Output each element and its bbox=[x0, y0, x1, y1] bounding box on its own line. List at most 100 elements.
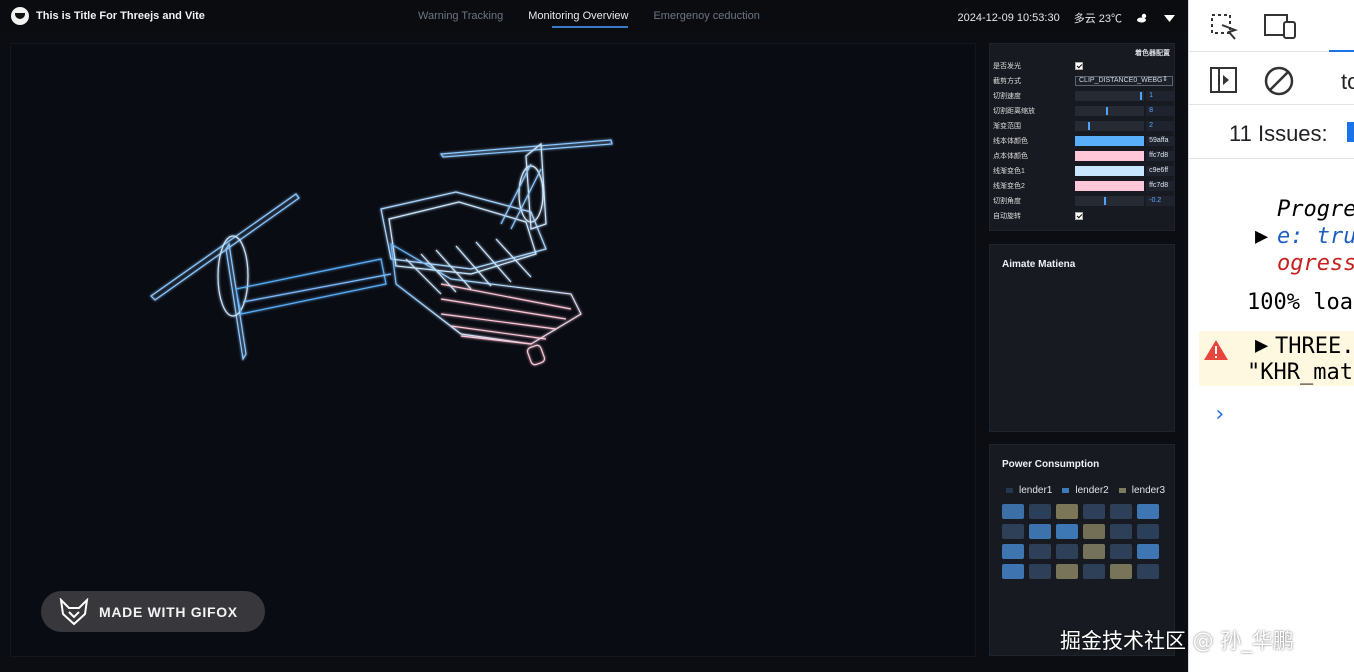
power-title: Power Consumption bbox=[1002, 459, 1100, 470]
warning-expand-arrow[interactable]: ▶ bbox=[1255, 333, 1268, 358]
heatmap-cell[interactable] bbox=[1083, 504, 1105, 519]
heatmap-cell[interactable] bbox=[1056, 504, 1078, 519]
heatmap-cell[interactable] bbox=[1056, 564, 1078, 579]
setting-color-swatch[interactable] bbox=[1074, 180, 1145, 191]
heatmap-cell[interactable] bbox=[1002, 524, 1024, 539]
warning-icon bbox=[1204, 340, 1228, 360]
heatmap-cell[interactable] bbox=[1083, 544, 1105, 559]
setting-label: 线本体颜色 bbox=[993, 137, 1028, 145]
setting-checkbox[interactable] bbox=[1075, 61, 1083, 70]
legend-item[interactable]: lender1 bbox=[1006, 485, 1052, 496]
gifox-badge: MADE WITH GIFOX bbox=[41, 591, 265, 632]
setting-select[interactable]: CLIP_DISTANCE0_WEBG bbox=[1075, 75, 1173, 86]
heatmap-cell[interactable] bbox=[1137, 524, 1159, 539]
legend-label: lender3 bbox=[1131, 485, 1166, 496]
setting-slider[interactable] bbox=[1074, 120, 1145, 131]
console-toolbar: to bbox=[1189, 53, 1354, 105]
aimate-panel: Aimate Matiena bbox=[989, 244, 1175, 432]
heatmap-cell[interactable] bbox=[1110, 544, 1132, 559]
setting-color-swatch[interactable] bbox=[1074, 150, 1145, 161]
heatmap-cell[interactable] bbox=[1083, 564, 1105, 579]
fox-logo-icon bbox=[59, 597, 89, 625]
heatmap-cell[interactable] bbox=[1137, 504, 1159, 519]
devtools-toolbar bbox=[1189, 0, 1354, 52]
tab-warning-tracking[interactable]: Warning Tracking bbox=[418, 10, 503, 22]
heatmap-cell[interactable] bbox=[1110, 524, 1132, 539]
heatmap-cell[interactable] bbox=[1002, 564, 1024, 579]
element-select-icon[interactable] bbox=[1209, 12, 1239, 42]
setting-slider[interactable] bbox=[1074, 90, 1145, 101]
heatmap-cell[interactable] bbox=[1056, 524, 1078, 539]
device-toggle-icon[interactable] bbox=[1264, 12, 1298, 42]
shader-settings-panel: 着色器配置 是否发光截剪方式CLIP_DISTANCE0_WEBG切割速度1切割… bbox=[989, 43, 1175, 231]
heatmap-cell[interactable] bbox=[1083, 524, 1105, 539]
legend-label: lender1 bbox=[1019, 485, 1053, 496]
heatmap-cell[interactable] bbox=[1002, 504, 1024, 519]
heatmap-cell[interactable] bbox=[1002, 544, 1024, 559]
heatmap-cell[interactable] bbox=[1110, 504, 1132, 519]
setting-checkbox[interactable] bbox=[1075, 211, 1083, 220]
heatmap-cell[interactable] bbox=[1137, 544, 1159, 559]
tab-console-active[interactable] bbox=[1329, 0, 1354, 52]
page-title: This is Title For Threejs and Vite bbox=[36, 10, 205, 22]
heatmap-cell[interactable] bbox=[1137, 564, 1159, 579]
setting-hex-input[interactable]: ffc7d8 bbox=[1146, 180, 1174, 191]
setting-number-input[interactable]: -0.2 bbox=[1146, 195, 1174, 206]
setting-slider[interactable] bbox=[1074, 105, 1145, 116]
legend-item[interactable]: lender2 bbox=[1062, 485, 1109, 496]
sidebar-toggle-icon[interactable] bbox=[1209, 66, 1239, 94]
setting-row: 点本体颜色 ffc7d8 bbox=[990, 148, 1174, 163]
setting-row: 切割距离缩放 8 bbox=[990, 103, 1174, 118]
heatmap-cell[interactable] bbox=[1029, 504, 1051, 519]
legend-swatch bbox=[1118, 488, 1126, 493]
setting-row: 渐变范围 2 bbox=[990, 118, 1174, 133]
aimate-title: Aimate Matiena bbox=[1002, 259, 1076, 270]
settings-title: 着色器配置 bbox=[1135, 50, 1170, 57]
setting-hex-input[interactable]: ffc7d8 bbox=[1146, 150, 1174, 161]
slider-thumb[interactable] bbox=[1088, 121, 1091, 130]
console-expand-arrow[interactable]: ▶ bbox=[1255, 224, 1268, 249]
tab-emergency-reduction[interactable]: Emergenoy ceduction bbox=[653, 10, 759, 22]
legend-item[interactable]: lender3 bbox=[1118, 485, 1166, 496]
legend-label: lender2 bbox=[1075, 485, 1109, 496]
setting-number-input[interactable]: 8 bbox=[1146, 105, 1174, 116]
slider-thumb[interactable] bbox=[1106, 106, 1109, 115]
setting-number-input[interactable]: 1 bbox=[1146, 90, 1174, 101]
context-selector[interactable]: to bbox=[1341, 69, 1354, 95]
setting-row: 线本体颜色 59affa bbox=[990, 133, 1174, 148]
heatmap-cell[interactable] bbox=[1029, 564, 1051, 579]
setting-row: 是否发光 bbox=[990, 58, 1174, 73]
heatmap-cell[interactable] bbox=[1056, 544, 1078, 559]
weather: 多云 23℃ bbox=[1073, 13, 1122, 25]
setting-color-swatch[interactable] bbox=[1074, 135, 1145, 146]
slider-thumb[interactable] bbox=[1139, 91, 1142, 100]
heatmap-cell[interactable] bbox=[1029, 544, 1051, 559]
setting-label: 线渐变色1 bbox=[993, 167, 1025, 175]
clear-console-icon[interactable] bbox=[1263, 65, 1295, 97]
heatmap-cell[interactable] bbox=[1029, 524, 1051, 539]
setting-row: 线渐变色2 ffc7d8 bbox=[990, 178, 1174, 193]
setting-color-swatch[interactable] bbox=[1074, 165, 1145, 176]
console-prompt-icon[interactable]: › bbox=[1213, 402, 1226, 427]
datetime: 2024-12-09 10:53:30 bbox=[957, 12, 1060, 24]
console-warning: ▶ THREE. "KHR_mate bbox=[1199, 331, 1354, 386]
slider-thumb[interactable] bbox=[1103, 196, 1106, 205]
setting-row: 自动旋转 bbox=[990, 208, 1174, 223]
signal-icon bbox=[1164, 15, 1175, 22]
issues-count[interactable]: 11 Issues: bbox=[1229, 121, 1328, 147]
setting-row: 切割角度 -0.2 bbox=[990, 193, 1174, 208]
setting-number-input[interactable]: 2 bbox=[1146, 120, 1174, 131]
heatmap-cell[interactable] bbox=[1110, 564, 1132, 579]
setting-label: 渐变范围 bbox=[993, 122, 1021, 130]
tab-monitoring-overview[interactable]: Monitoring Overview bbox=[528, 10, 629, 28]
setting-label: 自动旋转 bbox=[993, 212, 1021, 220]
console-line-1: Progre bbox=[1277, 197, 1354, 222]
console-line-4: 100% loac bbox=[1247, 290, 1354, 315]
setting-label: 点本体颜色 bbox=[993, 152, 1028, 160]
setting-hex-input[interactable]: c9e6ff bbox=[1146, 165, 1174, 176]
setting-hex-input[interactable]: 59affa bbox=[1146, 135, 1174, 146]
setting-label: 线渐变色2 bbox=[993, 182, 1025, 190]
issues-bar: 11 Issues: bbox=[1189, 106, 1354, 159]
3d-viewport[interactable]: MADE WITH GIFOX bbox=[10, 43, 976, 657]
setting-slider[interactable] bbox=[1074, 195, 1145, 206]
